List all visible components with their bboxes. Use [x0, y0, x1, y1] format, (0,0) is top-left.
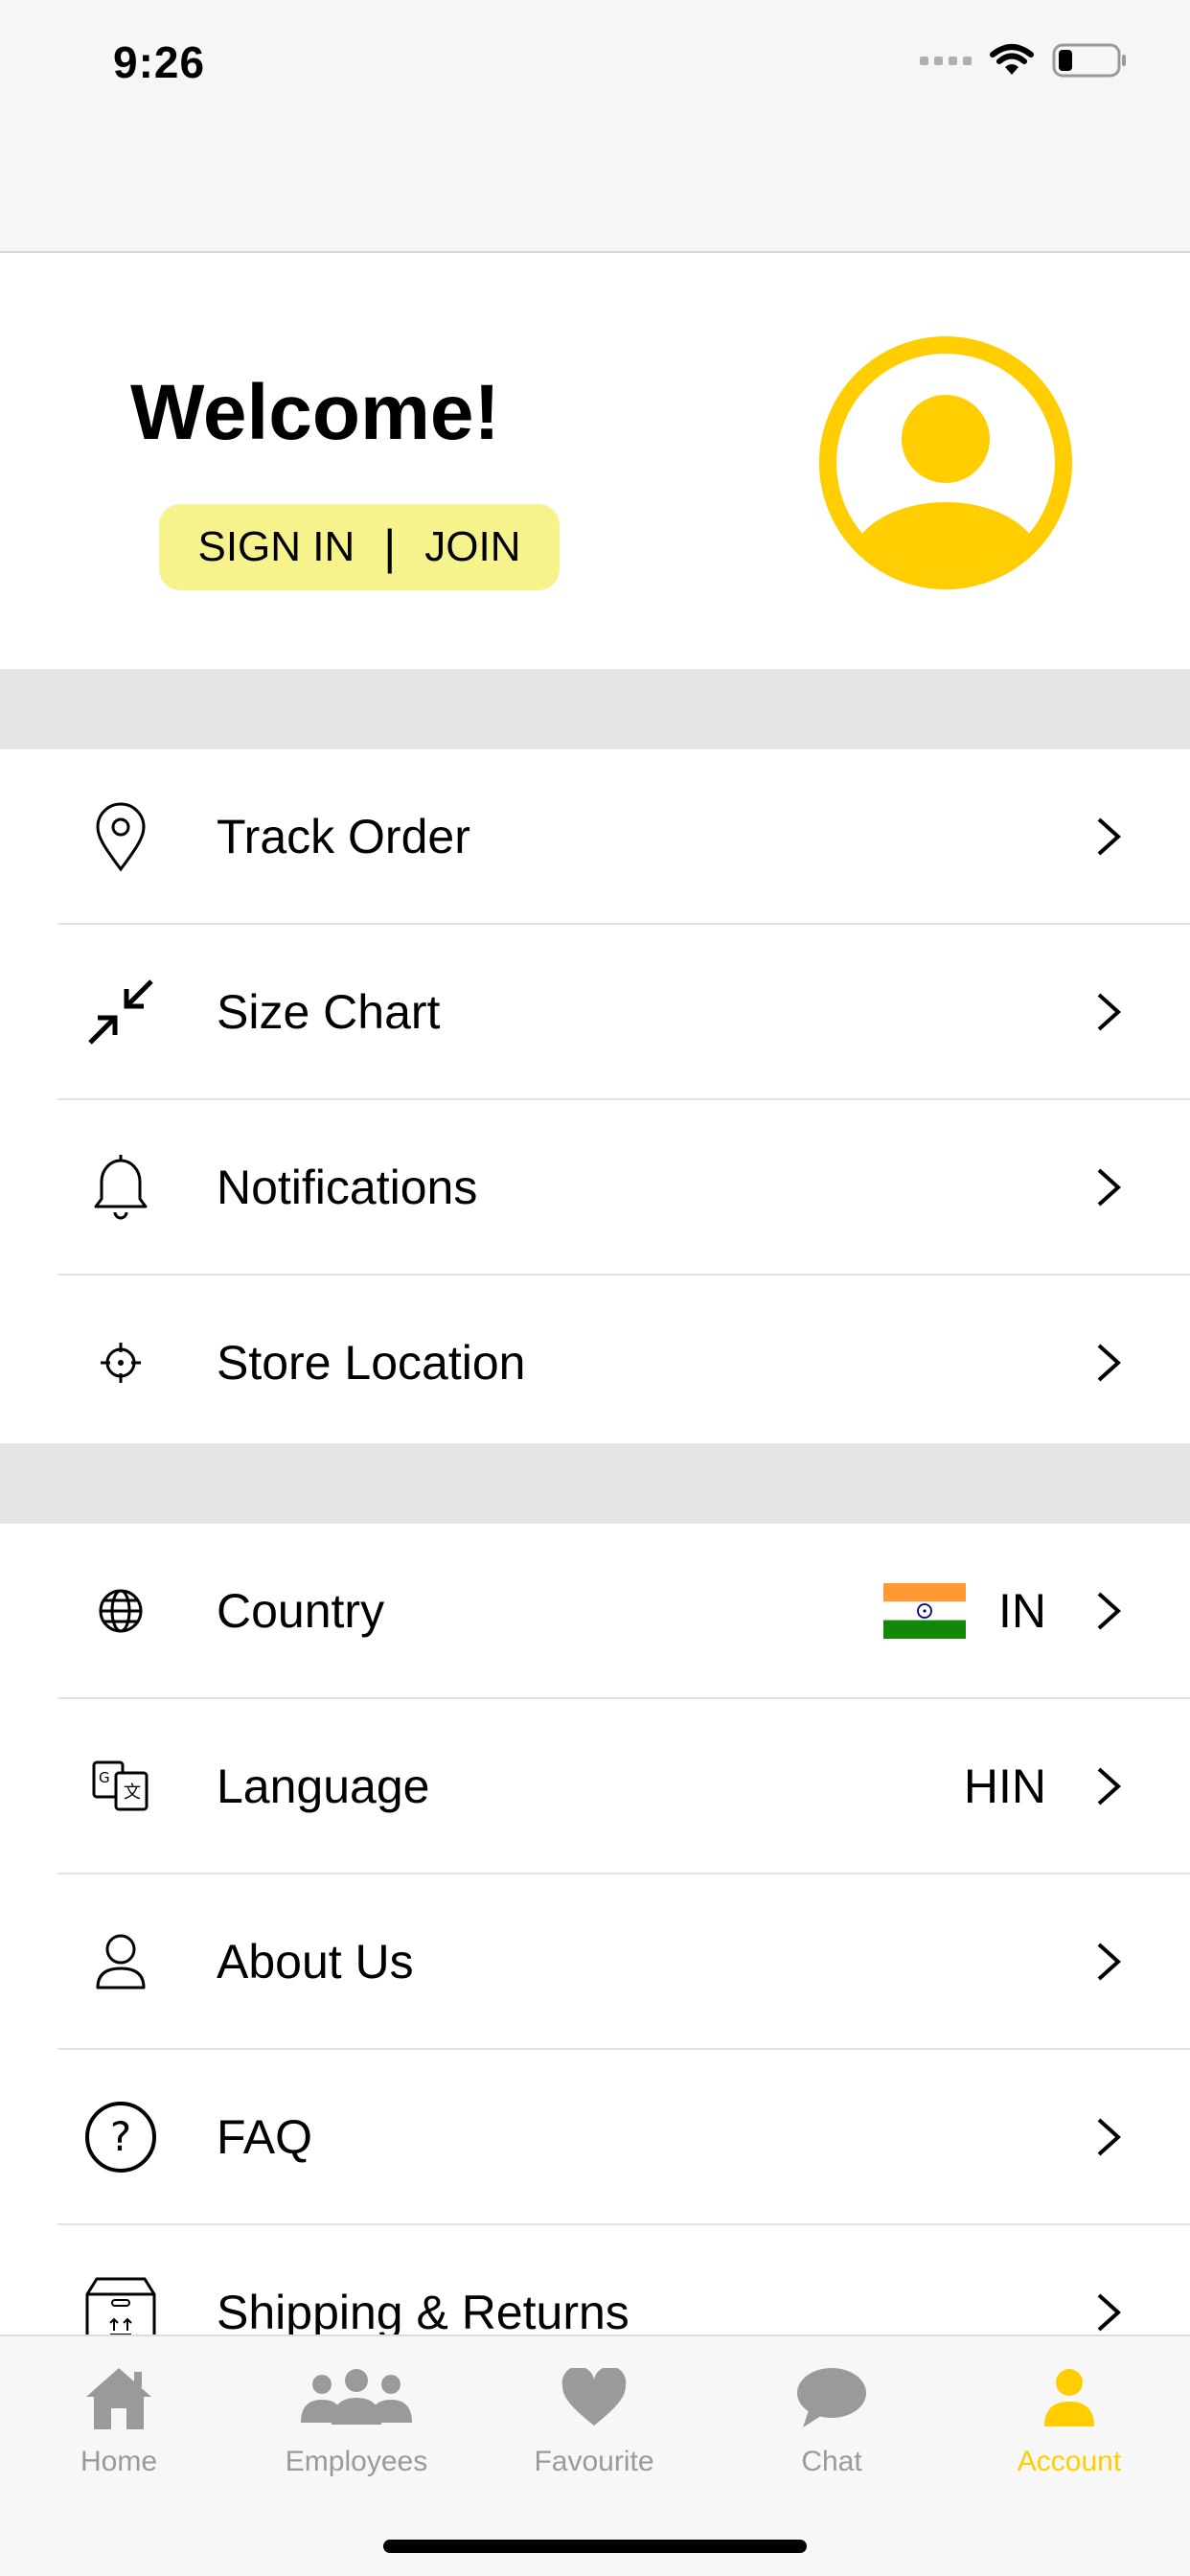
join-link[interactable]: JOIN [409, 523, 536, 571]
svg-text:?: ? [110, 2113, 131, 2160]
welcome-title: Welcome! [130, 369, 500, 456]
status-time: 9:26 [113, 37, 206, 87]
chevron-right-icon [1097, 993, 1121, 1030]
home-icon [23, 2359, 215, 2436]
arrows-collapse-icon [82, 974, 159, 1050]
chevron-right-icon [1097, 1168, 1121, 1206]
welcome-section: Welcome! SIGN IN | JOIN [0, 253, 1190, 669]
menu-item-label: Store Location [217, 1335, 526, 1390]
tab-label: Account [1017, 2446, 1122, 2477]
auth-pill: SIGN IN | JOIN [159, 504, 560, 590]
menu-item-faq[interactable]: ? FAQ [57, 2050, 1190, 2225]
bell-icon [82, 1149, 159, 1226]
menu-item-about-us[interactable]: About Us [57, 1874, 1190, 2050]
menu-item-label: Size Chart [217, 984, 441, 1039]
svg-text:G: G [99, 1769, 110, 1786]
auth-separator: | [383, 520, 397, 574]
menu-item-size-chart[interactable]: Size Chart [57, 925, 1190, 1100]
menu-item-country[interactable]: Country IN [57, 1524, 1190, 1699]
user-outline-icon [82, 1923, 159, 2000]
crosshair-icon [82, 1324, 159, 1401]
menu-item-label: Country [217, 1583, 385, 1638]
avatar-icon[interactable] [818, 335, 1073, 590]
heart-icon [498, 2359, 690, 2436]
signal-icon [920, 56, 972, 65]
svg-text:文: 文 [124, 1782, 141, 1803]
translate-icon: G文 [82, 1748, 159, 1825]
status-bar: 9:26 [0, 0, 1190, 253]
tab-account[interactable]: Account [973, 2359, 1165, 2478]
menu-item-notifications[interactable]: Notifications [57, 1100, 1190, 1276]
chat-bubble-icon [736, 2359, 927, 2436]
sign-in-link[interactable]: SIGN IN [182, 523, 370, 571]
section-divider [0, 1443, 1190, 1524]
menu-item-label: Language [217, 1759, 430, 1813]
globe-icon [82, 1573, 159, 1649]
tab-label: Favourite [534, 2446, 654, 2477]
language-value: HIN [963, 1759, 1046, 1813]
country-value: IN [998, 1583, 1046, 1638]
home-indicator [383, 2540, 807, 2553]
tab-employees[interactable]: Employees [261, 2359, 452, 2478]
chevron-right-icon [1097, 2293, 1121, 2331]
tab-favourite[interactable]: Favourite [498, 2359, 690, 2478]
person-icon [973, 2359, 1165, 2436]
tab-label: Employees [285, 2446, 428, 2477]
menu-item-track-order[interactable]: Track Order [57, 749, 1190, 925]
menu-item-label: About Us [217, 1934, 414, 1989]
wifi-icon [990, 44, 1034, 75]
tab-home[interactable]: Home [23, 2359, 215, 2478]
question-circle-icon: ? [82, 2099, 159, 2175]
menu-item-label: Track Order [217, 809, 470, 863]
status-icons [920, 42, 1129, 79]
location-pin-icon [82, 798, 159, 875]
menu-list-primary: Track Order Size Chart Notifications Sto… [0, 749, 1190, 1451]
menu-item-label: Shipping & Returns [217, 2285, 629, 2339]
menu-item-label: FAQ [217, 2109, 313, 2164]
tab-label: Home [80, 2446, 158, 2477]
menu-item-store-location[interactable]: Store Location [57, 1276, 1190, 1451]
tab-label: Chat [801, 2446, 862, 2477]
people-group-icon [261, 2359, 452, 2436]
chevron-right-icon [1097, 1943, 1121, 1980]
chevron-right-icon [1097, 2118, 1121, 2155]
chevron-right-icon [1097, 817, 1121, 855]
chevron-right-icon [1097, 1767, 1121, 1805]
menu-item-label: Notifications [217, 1160, 478, 1214]
battery-icon [1052, 43, 1126, 78]
tab-chat[interactable]: Chat [736, 2359, 927, 2478]
chevron-right-icon [1097, 1344, 1121, 1381]
section-divider [0, 669, 1190, 749]
chevron-right-icon [1097, 1592, 1121, 1629]
india-flag-icon [883, 1582, 966, 1639]
menu-list-secondary: Country IN G文 Language HIN About Us ? FA… [0, 1524, 1190, 2401]
menu-item-language[interactable]: G文 Language HIN [57, 1699, 1190, 1874]
